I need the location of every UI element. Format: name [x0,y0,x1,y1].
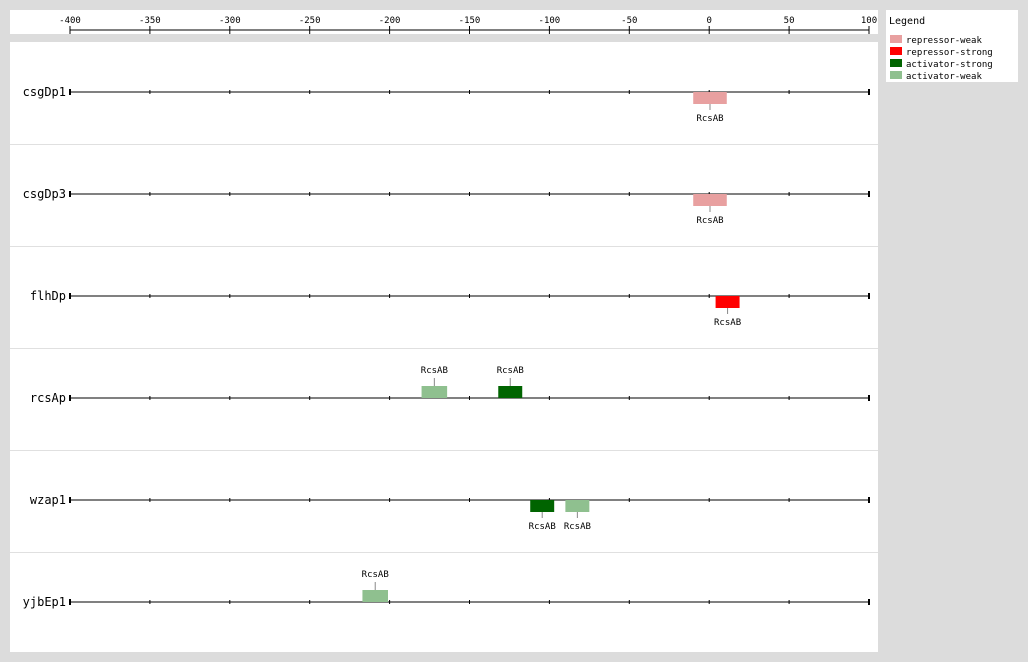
binding-site-activator-weak [421,386,448,398]
binding-site-repressor-weak [693,194,727,206]
binding-site-repressor-strong [715,296,740,308]
promoter-row-wzap1: wzap1 RcsAB RcsAB [10,450,878,532]
site-label: RcsAB [696,216,723,226]
binding-site-repressor-weak [693,92,727,104]
axis-tick-label: 0 [706,16,711,26]
promoter-name: wzap1 [30,493,66,507]
promoter-name: flhDp [30,289,66,303]
axis-tick-label: -250 [299,16,321,26]
axis-tick-label: -200 [379,16,401,26]
binding-site-activator-strong [530,500,555,512]
site-label: RcsAB [421,366,448,376]
legend-swatch-activator-weak [890,71,902,79]
promoter-row-rcsAp: rcsAp RcsAB RcsAB [10,348,878,405]
legend-label-activator-strong: activator-strong [906,60,993,70]
promoter-tracks: csgDp1 RcsAB csgDp3 RcsAB flhDp RcsAB rcsAp Rcs… [10,85,878,609]
site-label: RcsAB [714,318,741,328]
legend-swatch-activator-strong [890,59,902,67]
legend-title: Legend [889,16,925,27]
promoter-name: csgDp1 [23,85,66,99]
legend-label-repressor-weak: repressor-weak [906,36,982,46]
axis-tick-label: -400 [59,16,81,26]
legend: Legend repressor-weak repressor-strong acti… [886,10,1018,82]
legend-box: Legend repressor-weak repressor-strong acti… [889,16,993,82]
binding-site-activator-weak [362,590,389,602]
promoter-row-csgDp1: csgDp1 RcsAB [23,85,870,124]
axis-tick-label: -150 [459,16,481,26]
promoter-row-csgDp3: csgDp3 RcsAB [10,144,878,226]
promoter-row-flhDp: flhDp RcsAB [10,246,878,328]
legend-swatch-repressor-weak [890,35,902,43]
position-axis: -400 -350 -300 -250 -200 -150 -100 -50 0 50 100 [59,16,877,34]
site-label: RcsAB [564,522,591,532]
position-axis-panel: -400 -350 -300 -250 -200 -150 -100 -50 0 50 100 [10,10,878,34]
site-label: RcsAB [696,114,723,124]
axis-tick-label: -300 [219,16,241,26]
site-label: RcsAB [529,522,556,532]
promoter-name: csgDp3 [23,187,66,201]
legend-label-repressor-strong: repressor-strong [906,48,993,58]
promoter-tracks-panel: csgDp1 RcsAB csgDp3 RcsAB flhDp RcsAB rcsAp Rcs… [10,42,878,652]
axis-tick-label: -50 [621,16,637,26]
site-label: RcsAB [362,570,389,580]
legend-label-activator-weak: activator-weak [906,72,982,82]
promoter-name: rcsAp [30,391,66,405]
axis-tick-label: 100 [861,16,877,26]
axis-tick-label: -350 [139,16,161,26]
axis-tick-label: -100 [539,16,561,26]
binding-site-activator-weak [565,500,590,512]
axis-tick-label: 50 [784,16,795,26]
promoter-row-yjbEp1: yjbEp1 RcsAB [10,552,878,609]
binding-site-activator-strong [498,386,523,398]
legend-swatch-repressor-strong [890,47,902,55]
site-label: RcsAB [497,366,524,376]
promoter-name: yjbEp1 [23,595,66,609]
